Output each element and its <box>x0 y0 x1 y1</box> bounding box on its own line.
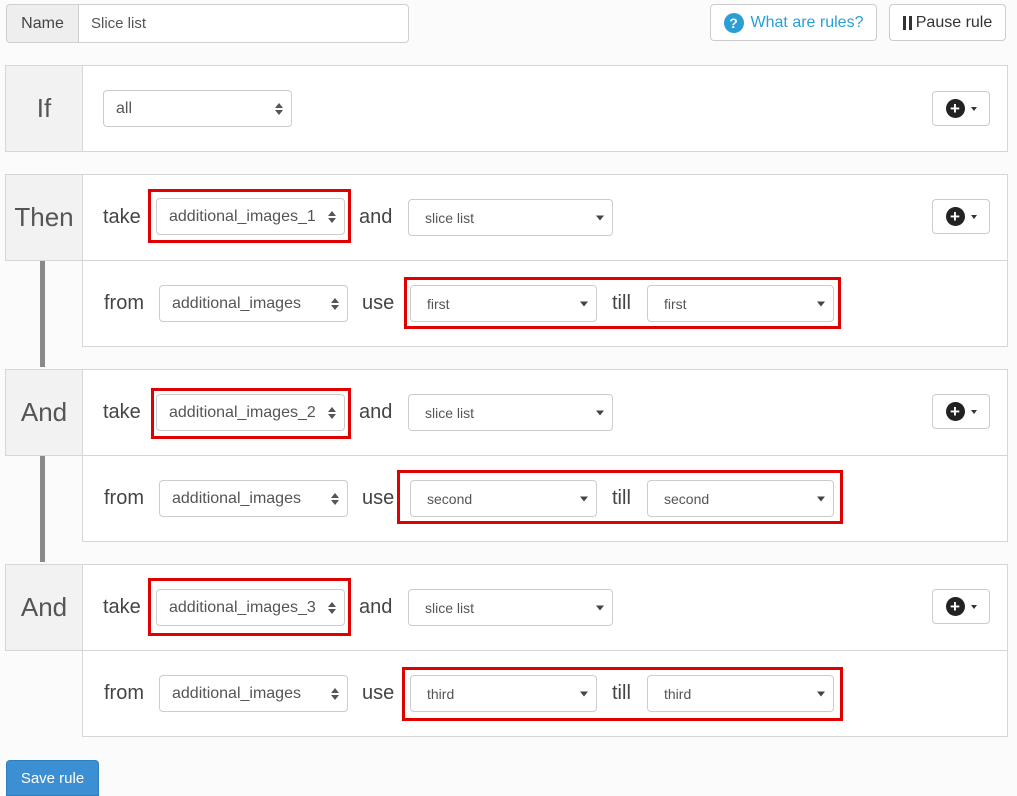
source-value: additional_images <box>172 684 301 702</box>
block-label: And <box>5 369 83 456</box>
caret-down-icon <box>596 215 604 220</box>
updown-arrows-icon <box>328 601 336 614</box>
end-select[interactable]: first <box>647 285 834 322</box>
from-word: from <box>104 487 144 509</box>
action-value: slice list <box>425 599 475 616</box>
rule-name-input[interactable]: Slice list <box>78 4 409 43</box>
take-word: take <box>103 206 141 228</box>
take-word: take <box>103 596 141 618</box>
till-word: till <box>612 292 631 314</box>
action-value: slice list <box>425 404 475 421</box>
and-word: and <box>359 596 393 618</box>
caret-down-icon <box>817 691 825 696</box>
pause-icon <box>902 15 912 30</box>
start-select[interactable]: second <box>410 480 597 517</box>
caret-down-icon <box>970 106 977 111</box>
if-condition-value: all <box>116 99 133 117</box>
action-select[interactable]: slice list <box>408 589 613 626</box>
block-add-button[interactable]: + <box>932 394 990 429</box>
end-value: third <box>664 685 692 702</box>
till-word: till <box>612 682 631 704</box>
start-select[interactable]: first <box>410 285 597 322</box>
block-connector <box>40 261 45 367</box>
field-select[interactable]: additional_images_3 <box>156 589 345 626</box>
updown-arrows-icon <box>331 492 339 505</box>
action-select[interactable]: slice list <box>408 394 613 431</box>
field-select[interactable]: additional_images_1 <box>156 198 345 235</box>
field-value: additional_images_3 <box>169 598 316 616</box>
updown-arrows-icon <box>328 406 336 419</box>
block-label: Then <box>5 174 83 261</box>
caret-down-icon <box>970 604 977 609</box>
name-label: Name <box>6 4 78 43</box>
end-value: first <box>664 295 687 312</box>
caret-down-icon <box>970 409 977 414</box>
from-word: from <box>104 682 144 704</box>
save-rule-button[interactable]: Save rule <box>6 760 99 796</box>
source-value: additional_images <box>172 489 301 507</box>
end-select[interactable]: second <box>647 480 834 517</box>
updown-arrows-icon <box>328 210 336 223</box>
start-select[interactable]: third <box>410 675 597 712</box>
caret-down-icon <box>970 214 977 219</box>
pause-label: Pause rule <box>915 13 993 31</box>
source-select[interactable]: additional_images <box>159 285 348 322</box>
block-add-button[interactable]: + <box>932 199 990 234</box>
updown-arrows-icon <box>275 102 283 115</box>
rule-name-group: Name Slice list <box>6 4 409 43</box>
if-add-button[interactable]: + <box>932 91 990 126</box>
plus-circle-icon: + <box>945 207 965 226</box>
updown-arrows-icon <box>331 297 339 310</box>
use-word: use <box>362 682 395 704</box>
caret-down-icon <box>817 496 825 501</box>
till-word: till <box>612 487 631 509</box>
block-connector <box>40 456 45 562</box>
plus-circle-icon: + <box>945 402 965 421</box>
start-value: third <box>427 685 455 702</box>
caret-down-icon <box>817 301 825 306</box>
use-word: use <box>362 292 395 314</box>
plus-circle-icon: + <box>945 597 965 616</box>
caret-down-icon <box>596 605 604 610</box>
source-value: additional_images <box>172 294 301 312</box>
if-label: If <box>5 65 83 152</box>
caret-down-icon <box>596 410 604 415</box>
take-word: take <box>103 401 141 423</box>
pause-rule-button[interactable]: Pause rule <box>889 4 1006 41</box>
and-word: and <box>359 206 393 228</box>
caret-down-icon <box>580 301 588 306</box>
start-value: second <box>427 490 473 507</box>
block-label: And <box>5 564 83 651</box>
updown-arrows-icon <box>331 687 339 700</box>
caret-down-icon <box>580 496 588 501</box>
from-word: from <box>104 292 144 314</box>
end-select[interactable]: third <box>647 675 834 712</box>
field-select[interactable]: additional_images_2 <box>156 394 345 431</box>
question-circle-icon: ? <box>723 12 744 33</box>
block-add-button[interactable]: + <box>932 589 990 624</box>
if-condition-select[interactable]: all <box>103 90 292 127</box>
action-select[interactable]: slice list <box>408 199 613 236</box>
use-word: use <box>362 487 395 509</box>
source-select[interactable]: additional_images <box>159 480 348 517</box>
end-value: second <box>664 490 710 507</box>
field-value: additional_images_2 <box>169 403 316 421</box>
field-value: additional_images_1 <box>169 207 316 225</box>
start-value: first <box>427 295 450 312</box>
what-are-rules-button[interactable]: ? What are rules? <box>710 4 877 41</box>
action-value: slice list <box>425 209 475 226</box>
source-select[interactable]: additional_images <box>159 675 348 712</box>
caret-down-icon <box>580 691 588 696</box>
and-word: and <box>359 401 393 423</box>
help-label: What are rules? <box>750 13 864 31</box>
plus-circle-icon: + <box>945 99 965 118</box>
